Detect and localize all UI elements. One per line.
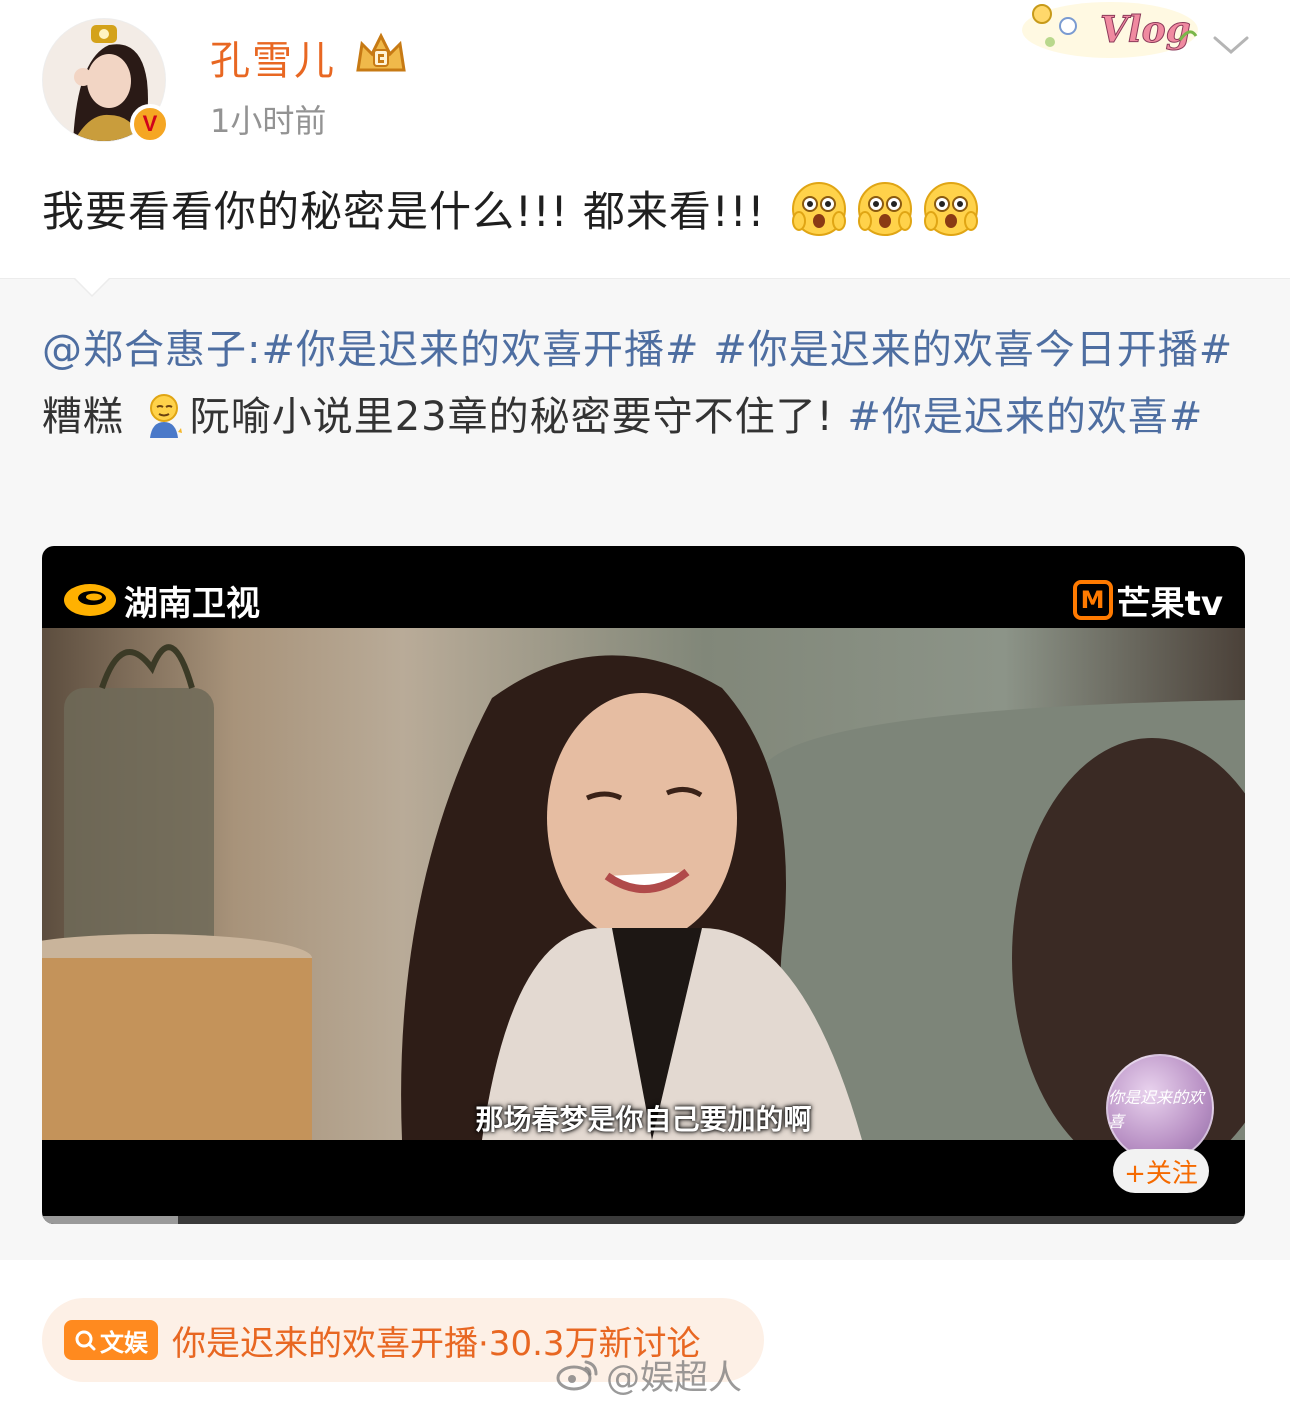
follow-button[interactable]: +关注 <box>1113 1149 1209 1193</box>
post-text: 我要看看你的秘密是什么!!! 都来看!!! <box>42 187 766 236</box>
channel-logo: 湖南卫视 <box>62 578 260 624</box>
hashtag-link[interactable]: #你是迟来的欢喜# <box>847 394 1203 440</box>
video-scene <box>42 628 1245 1140</box>
avatar[interactable]: V <box>42 18 170 146</box>
search-icon <box>75 1330 96 1351</box>
video-frame <box>42 628 1245 1140</box>
weibo-post: V 孔雪儿 1小时前 Vlog 我要看看你的秘密是什么!!! 都来看!!! @郑… <box>0 0 1290 1406</box>
post-content: 我要看看你的秘密是什么!!! 都来看!!! <box>42 178 979 239</box>
shocked-face-emoji-icon <box>792 181 847 236</box>
mango-logo-icon: M <box>1072 580 1113 620</box>
sitting-emoji-icon <box>149 394 182 438</box>
post-time: 1小时前 <box>210 102 327 140</box>
hunan-tv-logo-icon <box>64 584 116 616</box>
repost-text-segment: 糟糕 <box>42 394 138 440</box>
vlog-sticker-icon: Vlog <box>1022 2 1198 58</box>
repost-text: @郑合惠子:#你是迟来的欢喜开播# #你是迟来的欢喜今日开播# 糟糕 阮喻小说里… <box>42 317 1242 451</box>
video-subtitle: 那场春梦是你自己要加的啊 <box>475 1103 812 1136</box>
video-player[interactable]: 湖南卫视 M 芒果tv 那场春梦是你自己要加的啊 你是迟来的欢喜 +关注 <box>42 546 1245 1224</box>
verified-badge-icon: V <box>130 104 170 144</box>
video-progress-fill <box>42 1216 178 1224</box>
repost-notch <box>74 278 110 298</box>
watermark: @娱超人 <box>556 1352 742 1398</box>
show-avatar[interactable]: 你是迟来的欢喜 <box>1106 1054 1214 1162</box>
shocked-face-emoji-icon <box>924 181 979 236</box>
topic-badge: 文娱 <box>64 1320 158 1360</box>
hashtag-link[interactable]: #你是迟来的欢喜今日开播# <box>713 327 1233 373</box>
hashtag-link[interactable]: #你是迟来的欢喜开播# <box>261 327 699 373</box>
weibo-logo-icon <box>556 1360 598 1391</box>
video-progress-bar[interactable] <box>42 1216 1245 1224</box>
watermark-text: @娱超人 <box>606 1357 742 1398</box>
repost-block[interactable]: @郑合惠子:#你是迟来的欢喜开播# #你是迟来的欢喜今日开播# 糟糕 阮喻小说里… <box>0 278 1290 1260</box>
username[interactable]: 孔雪儿 <box>210 28 336 86</box>
post-header: V 孔雪儿 1小时前 Vlog <box>0 0 1290 160</box>
vlog-sticker-text: Vlog <box>1100 9 1191 51</box>
channel-logo-text: 湖南卫视 <box>124 583 260 624</box>
shocked-face-emoji-icon <box>858 181 913 236</box>
platform-logo-text: 芒果tv <box>1116 583 1223 624</box>
chevron-down-icon[interactable] <box>1210 30 1252 60</box>
repost-text-segment: 阮喻小说里23章的秘密要守不住了! <box>189 394 848 440</box>
vip-crown-icon <box>356 32 406 72</box>
platform-logo: M 芒果tv <box>1072 578 1223 624</box>
emoji-row <box>791 181 979 237</box>
topic-badge-label: 文娱 <box>100 1328 148 1357</box>
mention-link[interactable]: @郑合惠子: <box>42 327 261 373</box>
